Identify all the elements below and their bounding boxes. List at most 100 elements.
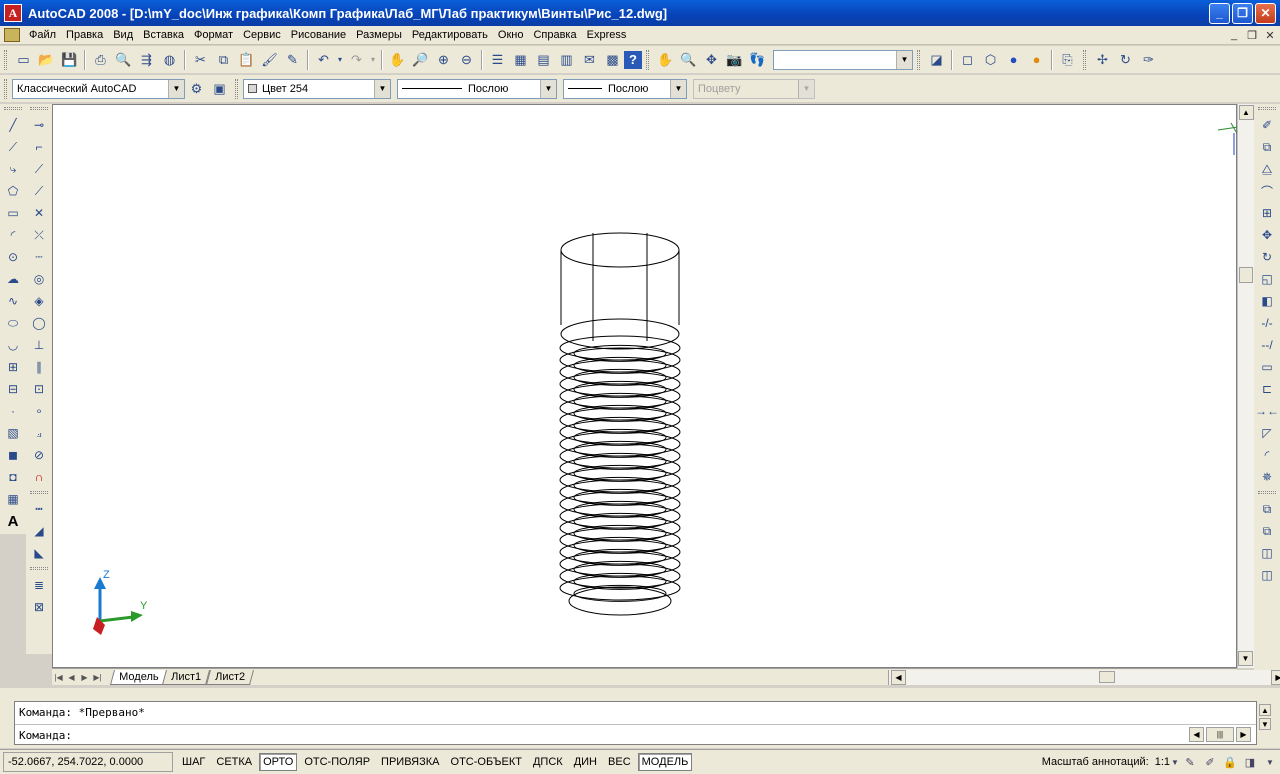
chevron-down-icon[interactable]: ▼ <box>168 79 184 98</box>
coordinate-readout[interactable]: -52.0667, 254.7022, 0.0000 <box>3 752 173 772</box>
toolbar-grip[interactable] <box>1258 491 1276 494</box>
table-icon[interactable]: ▦ <box>2 488 24 510</box>
construction-line-icon[interactable]: ⟋ <box>2 136 24 158</box>
redo-dropdown-icon[interactable]: ▾ <box>368 49 378 71</box>
markup-icon[interactable]: ✉ <box>578 49 601 71</box>
zoom-icon[interactable]: 🔍 <box>677 49 700 71</box>
menu-dimension[interactable]: Размеры <box>351 29 407 41</box>
scroll-right-icon[interactable]: ▶ <box>1236 727 1251 742</box>
command-hscroll[interactable]: ◀ ||| ▶ <box>1188 726 1254 743</box>
auto-scale-icon[interactable]: ✐ <box>1200 753 1220 771</box>
snap-midpoint-icon[interactable]: ⟋ <box>28 180 50 202</box>
scroll-thumb-icon[interactable]: ||| <box>1206 727 1234 742</box>
tray-settings-icon[interactable]: ◨ <box>1240 753 1260 771</box>
properties-icon[interactable]: ☰ <box>486 49 509 71</box>
menu-modify[interactable]: Редактировать <box>407 29 493 41</box>
cut-icon[interactable]: ✂ <box>189 49 212 71</box>
circle-icon[interactable]: ⊙ <box>2 246 24 268</box>
stretch-icon[interactable]: ◧ <box>1256 290 1278 312</box>
3d-box-icon[interactable]: ⬡ <box>979 49 1002 71</box>
match-properties-icon[interactable]: 🖌 <box>258 49 281 71</box>
scroll-left-icon[interactable]: ◀ <box>1189 727 1204 742</box>
sheet-set-icon[interactable]: ▥ <box>555 49 578 71</box>
undo-dropdown-icon[interactable]: ▾ <box>335 49 345 71</box>
status-osnap[interactable]: ПРИВЯЗКА <box>377 753 443 771</box>
tab-sheet1[interactable]: Лист1 <box>162 669 211 685</box>
horizontal-scrollbar[interactable]: ◀ ▶ <box>888 670 1280 685</box>
3d-orbit-icon[interactable]: ✢ <box>1091 49 1114 71</box>
make-block-icon[interactable]: ⊟ <box>2 378 24 400</box>
rotate-icon[interactable]: ↻ <box>1256 246 1278 268</box>
toolbar-grip[interactable] <box>1083 49 1086 70</box>
design-center-icon[interactable]: ▦ <box>509 49 532 71</box>
trim-icon[interactable]: -/- <box>1256 312 1278 334</box>
join-icon[interactable]: →← <box>1255 400 1279 422</box>
etransmit-icon[interactable]: ◍ <box>158 49 181 71</box>
plotstyle-select[interactable]: Поцвету ▼ <box>693 78 815 99</box>
menu-tools[interactable]: Сервис <box>238 29 286 41</box>
scroll-left-icon[interactable]: ◀ <box>891 670 906 685</box>
plot-icon[interactable]: ⎙ <box>89 49 112 71</box>
toolbar-grip[interactable] <box>30 491 48 494</box>
draworder-front-icon[interactable]: ⧉ <box>1256 498 1278 520</box>
temp-track-icon[interactable]: ⊸ <box>28 114 50 136</box>
line-icon[interactable]: ╱ <box>2 114 24 136</box>
color-select[interactable]: Цвет 254 ▼ <box>243 78 391 99</box>
status-polar[interactable]: ОТС-ПОЛЯР <box>300 753 374 771</box>
doc-restore-icon[interactable]: ❐ <box>1244 28 1260 42</box>
camera-icon[interactable]: 📷 <box>723 49 746 71</box>
scroll-up-icon[interactable]: ▲ <box>1238 105 1254 120</box>
render-icon[interactable]: ● <box>1002 49 1025 71</box>
menu-window[interactable]: Окно <box>493 29 529 41</box>
command-input[interactable] <box>78 729 979 742</box>
prev-tab-icon[interactable]: ◀ <box>65 671 78 684</box>
lock-icon[interactable]: 🔒 <box>1220 753 1240 771</box>
toolbar-grip[interactable] <box>1258 107 1276 110</box>
layer-properties-icon[interactable]: ≣ <box>28 574 50 596</box>
status-grid[interactable]: СЕТКА <box>212 753 256 771</box>
new-icon[interactable]: ▭ <box>12 49 35 71</box>
chevron-down-icon[interactable]: ▼ <box>540 79 556 98</box>
annotation-scale-value[interactable]: 1:1 <box>1155 756 1170 768</box>
pan-icon[interactable]: ✋ <box>654 49 677 71</box>
fillet-icon[interactable]: ◜ <box>1256 444 1278 466</box>
command-scrollbar[interactable]: ▲ ▼ <box>1258 703 1272 743</box>
draworder-back-icon[interactable]: ⧉ <box>1256 520 1278 542</box>
free-orbit-icon[interactable]: ↻ <box>1114 49 1137 71</box>
toolbar-grip[interactable] <box>917 49 920 70</box>
draworder-above-icon[interactable]: ◫ <box>1256 542 1278 564</box>
annotation-visibility-icon[interactable]: ✎ <box>1180 753 1200 771</box>
autocad-app-icon[interactable]: A <box>4 4 22 22</box>
layer-state-icon[interactable]: ⊠ <box>28 596 50 618</box>
copy-object-icon[interactable]: ⧉ <box>1256 136 1278 158</box>
gradient-icon[interactable]: ◼ <box>2 444 24 466</box>
lineweight-select[interactable]: Послою ▼ <box>563 78 687 99</box>
scroll-up-icon[interactable]: ▲ <box>1259 704 1271 716</box>
menu-insert[interactable]: Вставка <box>138 29 189 41</box>
menu-express[interactable]: Express <box>582 29 632 41</box>
publish-icon[interactable]: ⇶ <box>135 49 158 71</box>
plot-preview-icon[interactable]: 🔍 <box>112 49 135 71</box>
snap-insert-icon[interactable]: ⊡ <box>28 378 50 400</box>
multiline-text-icon[interactable]: A <box>2 510 24 532</box>
insert-block-icon[interactable]: ⊞ <box>2 356 24 378</box>
snap-perpendicular-icon[interactable]: ⊥ <box>28 334 50 356</box>
status-menu-icon[interactable]: ▼ <box>1260 753 1280 771</box>
menu-draw[interactable]: Рисование <box>286 29 351 41</box>
explode-icon[interactable]: ✵ <box>1256 466 1278 488</box>
extend-icon[interactable]: --/ <box>1256 334 1278 356</box>
menu-format[interactable]: Формат <box>189 29 238 41</box>
arc-icon[interactable]: ◜ <box>2 224 24 246</box>
array-icon[interactable]: ⊞ <box>1256 202 1278 224</box>
calculator-icon[interactable]: ▩ <box>601 49 624 71</box>
chamfer-icon[interactable]: ◸ <box>1256 422 1278 444</box>
tab-model[interactable]: Модель <box>109 669 168 685</box>
doc-close-icon[interactable]: ✕ <box>1262 28 1278 42</box>
first-tab-icon[interactable]: |◀ <box>52 671 65 684</box>
region-icon[interactable]: ◘ <box>2 466 24 488</box>
ucs-icon[interactable]: ⎘ <box>1056 49 1079 71</box>
erase-icon[interactable]: ✐ <box>1256 114 1278 136</box>
break-at-point-icon[interactable]: ▭ <box>1256 356 1278 378</box>
workspace-settings-icon[interactable]: ⚙ <box>185 78 208 100</box>
orbit-icon[interactable]: ✥ <box>700 49 723 71</box>
